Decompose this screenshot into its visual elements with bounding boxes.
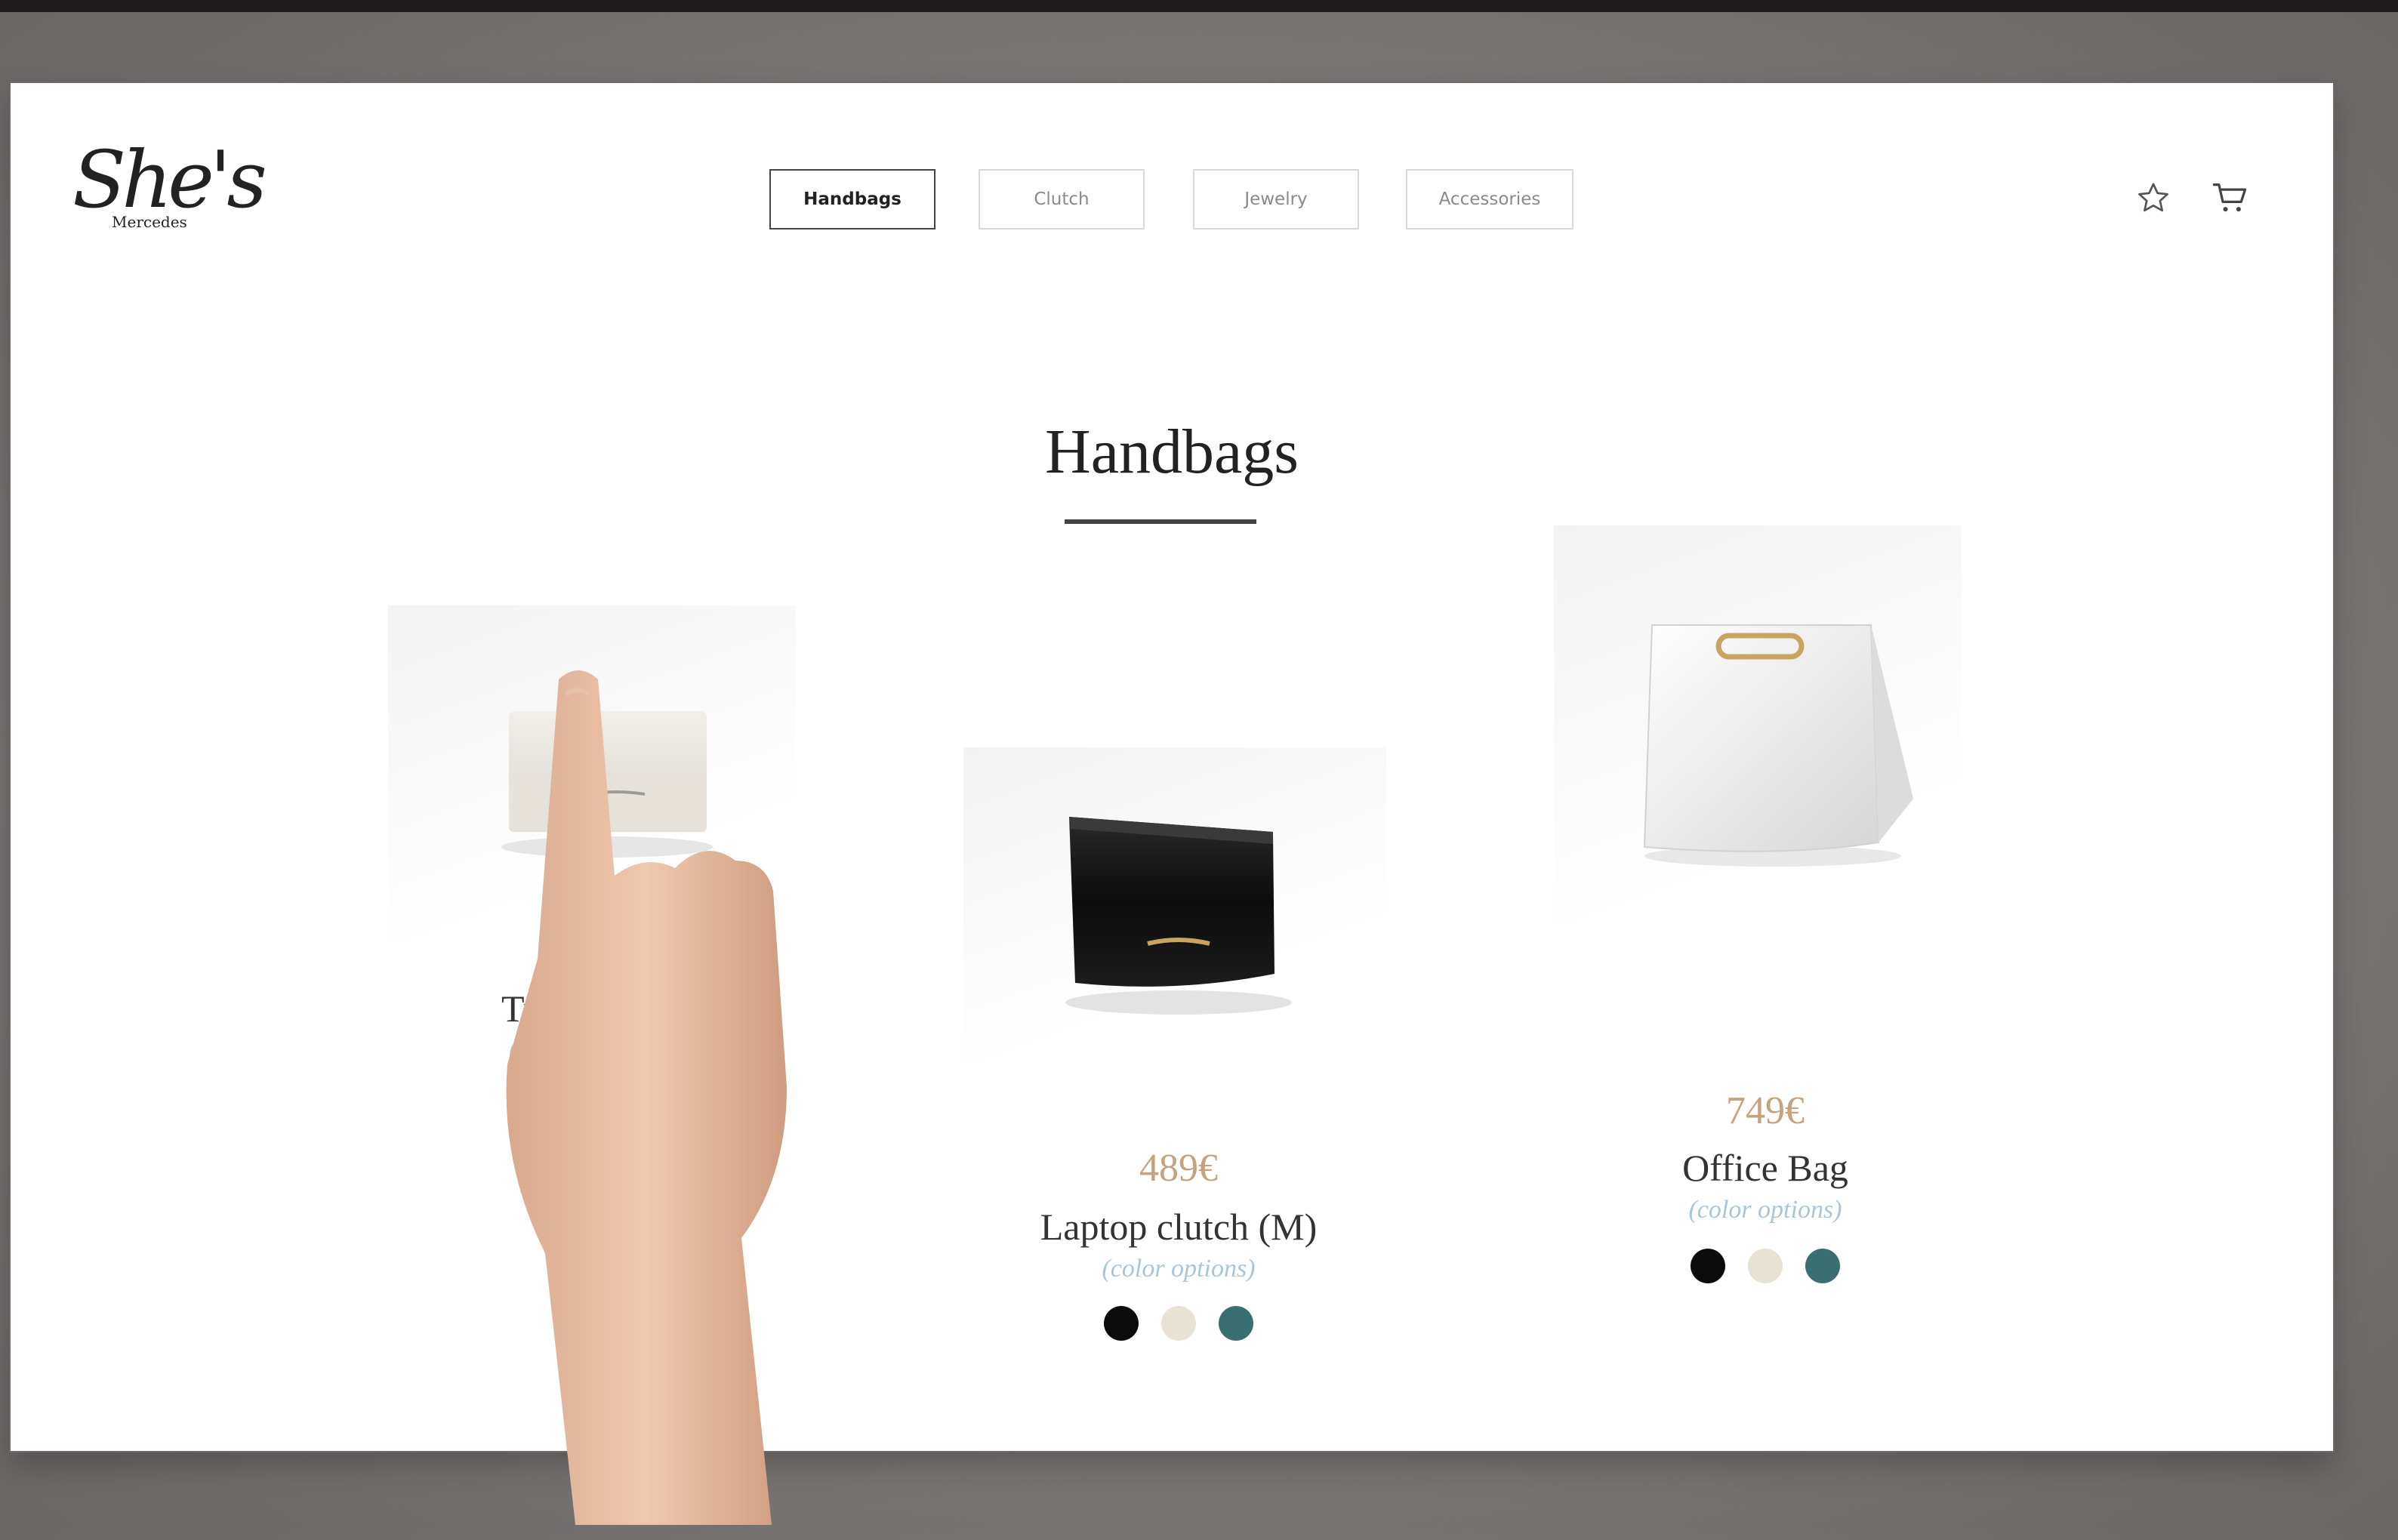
page-title: Handbags [1045,417,1299,487]
cart-button[interactable] [2208,175,2253,220]
product-name: Laptop clutch (M) [1040,1206,1318,1248]
office-bag-illustration [1643,624,1913,867]
title-underline [1065,519,1256,524]
product-card[interactable]: 749€ Office Bag (color options) [1554,525,1977,1283]
product-card[interactable]: 489€ Laptop clutch (M) (color options) [963,747,1394,1351]
color-options-label[interactable]: (color options) [1554,1196,1977,1224]
cart-icon [2212,183,2247,212]
swatch-cream[interactable] [1748,1249,1783,1283]
category-nav: Handbags Clutch Jewelry Accessories [11,169,2333,229]
tab-handbags[interactable]: Handbags [769,169,935,229]
kiosk-screen: She's Mercedes Handbags Clutch Jewelry A… [11,83,2333,1451]
top-border [0,0,2398,12]
swatch-black[interactable] [1104,1306,1139,1341]
hand-pointer-icon [506,670,787,1525]
tab-accessories[interactable]: Accessories [1406,169,1573,229]
laptop-clutch-illustration [1065,817,1292,1015]
product-price: 489€ [1139,1147,1218,1190]
color-options-label[interactable]: (color options) [963,1255,1394,1283]
product-name: Office Bag [1682,1147,1848,1189]
color-swatches [963,1306,1394,1341]
swatch-teal[interactable] [1219,1306,1253,1341]
product-price: 749€ [1726,1089,1805,1132]
tab-clutch[interactable]: Clutch [979,169,1145,229]
product-image[interactable] [1554,525,1962,971]
swatch-teal[interactable] [1805,1249,1840,1283]
tab-jewelry[interactable]: Jewelry [1193,169,1359,229]
swatch-cream[interactable] [1161,1306,1196,1341]
product-image[interactable] [963,747,1386,1064]
color-swatches [1554,1249,1977,1283]
swatch-black[interactable] [1691,1249,1725,1283]
star-icon [2138,183,2168,212]
favorites-button[interactable] [2131,175,2176,220]
